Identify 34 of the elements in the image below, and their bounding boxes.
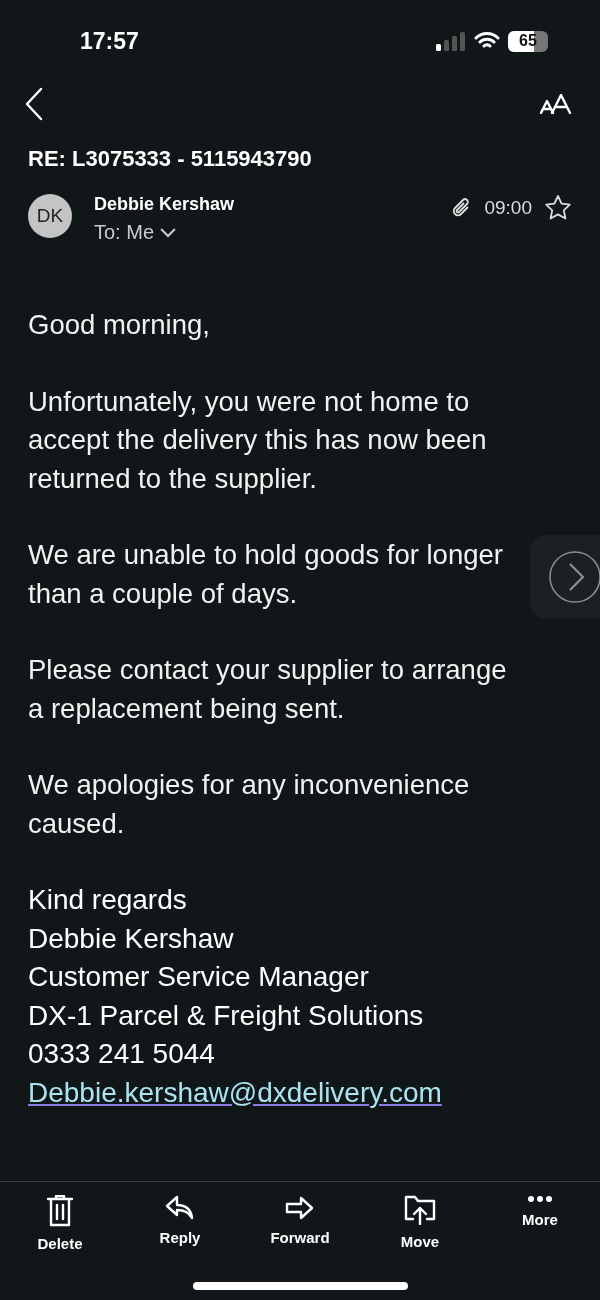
signature-line: Kind regards (28, 883, 188, 917)
body-paragraph: Please contact your supplier to arrange a replacement being sent. (28, 653, 508, 726)
email-link[interactable]: Debbie.kershaw@dxdelivery.com (28, 1076, 442, 1108)
body-paragraph: We are unable to hold goods for longer than a couple of days. (28, 538, 504, 611)
email-subject: RE: L3075333 - 5115943790 (28, 146, 313, 172)
trash-icon (46, 1195, 74, 1227)
sender-name: Debbie Kershaw (94, 194, 236, 215)
signature-line: DX-1 Parcel & Freight Solutions (28, 998, 425, 1033)
back-button[interactable] (24, 87, 44, 121)
forward-button[interactable]: Forward (245, 1194, 355, 1253)
text-size-button[interactable] (540, 94, 572, 114)
arrow-right-icon (285, 1195, 315, 1221)
signature-line: 0333 241 5044 (28, 1037, 216, 1071)
star-button[interactable] (544, 194, 572, 222)
email-time: 09:00 (484, 197, 532, 219)
more-icon (527, 1195, 553, 1203)
body-paragraph: We apologies for any inconvenience caused. (28, 768, 471, 841)
body-paragraph: Good morning, (28, 308, 211, 342)
next-button[interactable] (530, 535, 600, 619)
delete-button[interactable]: Delete (5, 1194, 115, 1253)
signature-line: Debbie Kershaw (28, 921, 235, 956)
move-button[interactable]: Move (365, 1194, 475, 1253)
signal-icon (436, 31, 466, 51)
reply-button[interactable]: Reply (125, 1194, 235, 1253)
sender-avatar: DK (28, 194, 72, 238)
status-time: 17:57 (80, 27, 139, 55)
chevron-icon (548, 550, 600, 604)
more-button[interactable]: More (485, 1194, 595, 1253)
body-paragraph: Unfortunately, you were not home to accept the delivery this has now been returned to the supplier. (28, 384, 488, 496)
recipient-toggle[interactable]: To: Me (94, 221, 177, 244)
signature-line: Customer Service Manager (28, 960, 370, 994)
caret-icon (160, 227, 177, 238)
reply-icon (165, 1195, 195, 1221)
folder-icon (404, 1195, 436, 1225)
